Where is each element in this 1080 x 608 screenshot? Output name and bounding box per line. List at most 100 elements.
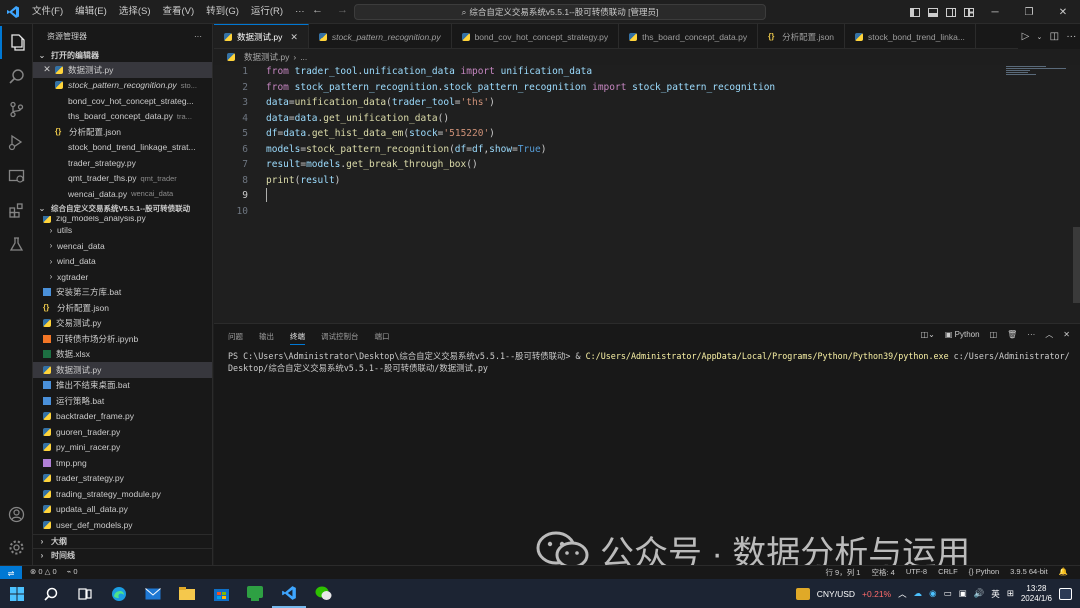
split-editor-icon[interactable]: ◫ (1050, 31, 1059, 42)
testing-flask-icon[interactable] (0, 228, 33, 261)
editor-scrollbar[interactable] (1073, 65, 1080, 323)
tab-debug-console[interactable]: 调试控制台 (321, 331, 359, 345)
open-editor-item[interactable]: ths_board_concept_data.py tra... (33, 109, 212, 125)
windows-start-icon[interactable] (0, 579, 34, 608)
more-actions-icon[interactable]: ··· (1027, 330, 1035, 339)
extensions-icon[interactable] (0, 194, 33, 227)
indentation[interactable]: 空格: 4 (871, 567, 894, 578)
remote-explorer-icon[interactable] (0, 160, 33, 193)
split-terminal-icon[interactable]: ◫ (990, 330, 998, 339)
minimap[interactable] (1006, 66, 1068, 76)
menu-more[interactable]: ··· (289, 0, 311, 24)
file-item[interactable]: 安装第三方库.bat (33, 285, 212, 301)
terminal-shell-label[interactable]: ▣ Python (945, 330, 980, 339)
breadcrumb-symbol[interactable]: ... (300, 52, 307, 62)
workspace-folder-header[interactable]: ⌄ 综合自定义交易系统V5.5.1--股可转债联动 (33, 201, 212, 216)
folder-item[interactable]: › utils (33, 223, 212, 239)
search-view-icon[interactable] (0, 60, 33, 93)
toggle-sidebar-icon[interactable] (906, 0, 924, 24)
taskbar-search-icon[interactable] (34, 579, 68, 608)
code-editor[interactable]: 1 2 3 4 5 6 7 8 9 10 from trader_tool.unification… (214, 65, 1080, 323)
file-item[interactable]: 数据测试.py (33, 362, 212, 378)
scrollbar-thumb[interactable] (1073, 227, 1080, 303)
open-editor-item[interactable]: qmt_trader_ths.py qmt_trader (33, 171, 212, 187)
maximize-button[interactable]: ❐ (1012, 0, 1046, 24)
tab-problems[interactable]: 问题 (228, 331, 243, 345)
chevron-down-icon[interactable]: ⌄ (1037, 33, 1043, 41)
source-control-icon[interactable] (0, 93, 33, 126)
tab-ths-board-concept[interactable]: ths_board_concept_data.py (619, 24, 759, 48)
network-icon[interactable]: ▣ (959, 588, 967, 599)
task-view-icon[interactable] (68, 579, 102, 608)
language-mode[interactable]: {} Python (969, 567, 999, 578)
timeline-header[interactable]: › 时间线 (33, 547, 212, 562)
tab-terminal[interactable]: 终端 (290, 331, 305, 345)
vscode-taskbar-icon[interactable] (272, 579, 306, 608)
line-ending[interactable]: CRLF (938, 567, 958, 578)
file-item[interactable]: guoren_trader.py (33, 424, 212, 440)
file-item[interactable]: 推出不结束桌面.bat (33, 378, 212, 394)
open-editor-item[interactable]: {} 分析配置.json (33, 124, 212, 140)
tray-up-arrow-icon[interactable]: ︿ (898, 588, 907, 600)
file-item[interactable]: zig_models_analysis.py (33, 215, 212, 223)
close-tab-icon[interactable]: ✕ (290, 32, 298, 43)
file-item[interactable]: 交易测试.py (33, 316, 212, 332)
input-method[interactable]: 英 (991, 588, 1000, 600)
open-editor-item[interactable]: stock_bond_trend_linkage_strat... (33, 140, 212, 156)
open-editor-item[interactable]: wencai_data.py wencai_data (33, 186, 212, 202)
account-icon[interactable] (0, 498, 33, 531)
problems-status[interactable]: ⊗ 0 △ 0 (30, 567, 57, 576)
file-item[interactable]: user_def_models.py (33, 517, 212, 533)
file-item[interactable]: updata_all_data.py (33, 502, 212, 518)
folder-item[interactable]: › wind_data (33, 254, 212, 270)
clock[interactable]: 13:28 2024/1/6 (1021, 584, 1052, 604)
cursor-position[interactable]: 行 9，列 1 (825, 567, 860, 578)
tab-stock-bond-trend[interactable]: stock_bond_trend_linka... (845, 24, 976, 48)
notifications-bell-icon[interactable]: 🔔 (1059, 567, 1068, 578)
explorer-icon[interactable] (0, 26, 33, 59)
file-explorer-icon[interactable] (170, 579, 204, 608)
outline-header[interactable]: › 大纲 (33, 533, 212, 548)
mail-icon[interactable] (136, 579, 170, 608)
folder-item[interactable]: › xgtrader (33, 269, 212, 285)
remote-indicator-icon[interactable]: ⇌ (0, 566, 22, 580)
file-item[interactable]: backtrader_frame.py (33, 409, 212, 425)
stock-widget-icon[interactable] (795, 587, 810, 600)
menu-edit[interactable]: 编辑(E) (69, 0, 113, 24)
encoding[interactable]: UTF-8 (906, 567, 927, 578)
minimize-button[interactable]: ─ (978, 0, 1012, 24)
onedrive-icon[interactable]: ☁ (914, 588, 923, 599)
terminal-output[interactable]: PS C:\Users\Administrator\Desktop\综合自定义交… (228, 350, 1072, 374)
more-actions-icon[interactable]: ··· (1066, 31, 1076, 42)
file-item[interactable]: 数据.xlsx (33, 347, 212, 363)
folder-item[interactable]: › wencai_data (33, 238, 212, 254)
file-item[interactable]: {} 分析配置.json (33, 300, 212, 316)
file-item[interactable]: 运行策略.bat (33, 393, 212, 409)
toggle-secondary-sidebar-icon[interactable] (942, 0, 960, 24)
menu-view[interactable]: 查看(V) (156, 0, 200, 24)
menu-run[interactable]: 运行(R) (245, 0, 289, 24)
display-icon[interactable]: ▭ (944, 588, 952, 599)
tab-data-test[interactable]: 数据测试.py ✕ (214, 24, 309, 48)
command-center-search[interactable]: ⌕ 综合自定义交易系统v5.5.1--股可转债联动 [管理员] (354, 4, 766, 20)
edge-browser-icon[interactable] (102, 579, 136, 608)
stock-name[interactable]: CNY/USD (817, 589, 855, 599)
ime-grid-icon[interactable]: ⊞ (1007, 588, 1014, 599)
file-item[interactable]: trader_strategy.py (33, 471, 212, 487)
volume-icon[interactable]: 🔊 (974, 588, 985, 599)
ports-status[interactable]: ⌁ 0 (67, 567, 78, 576)
close-editor-icon[interactable]: ✕ (41, 64, 53, 75)
kill-terminal-icon[interactable]: 🗑 (1007, 330, 1017, 339)
menu-selection[interactable]: 选择(S) (113, 0, 157, 24)
run-python-file-icon[interactable]: ▷ (1022, 31, 1030, 42)
close-panel-icon[interactable]: ✕ (1063, 330, 1070, 339)
tab-stock-pattern-recognition[interactable]: stock_pattern_recognition.py (309, 24, 452, 48)
open-editor-item[interactable]: trader_strategy.py (33, 155, 212, 171)
run-debug-icon[interactable] (0, 126, 33, 159)
python-interpreter[interactable]: 3.9.5 64-bit (1010, 567, 1048, 578)
open-editor-item[interactable]: bond_cov_hot_concept_strateg... (33, 93, 212, 109)
file-item[interactable]: py_mini_racer.py (33, 440, 212, 456)
tab-ports[interactable]: 端口 (375, 331, 390, 345)
forward-arrow-icon[interactable]: → (337, 4, 348, 16)
terminal-split-icon[interactable]: ◫⌄ (921, 330, 935, 339)
